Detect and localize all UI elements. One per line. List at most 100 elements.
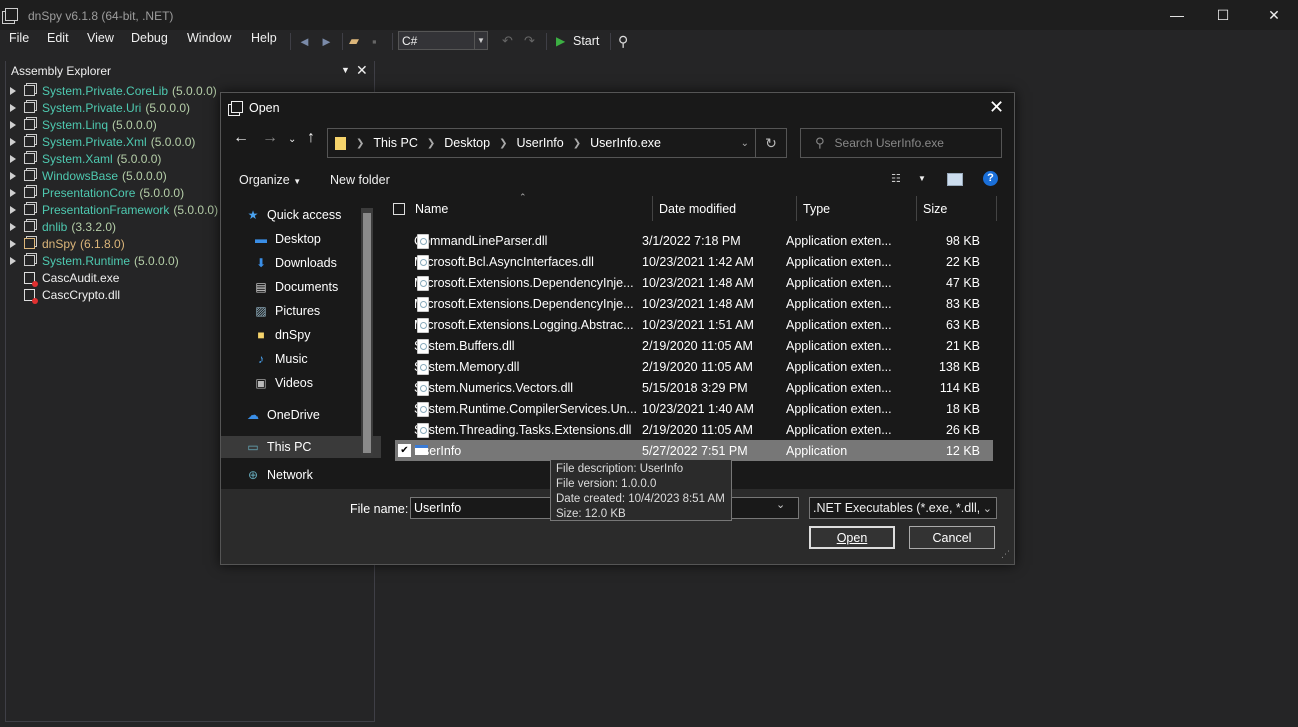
file-type-select[interactable]: .NET Executables (*.exe, *.dll, *. ⌄ — [809, 497, 997, 519]
open-folder-icon[interactable]: ▰ — [349, 30, 359, 52]
tree-item[interactable]: CascAudit.exe — [10, 269, 120, 287]
resize-grip-icon[interactable]: ⋰ — [1001, 549, 1010, 560]
close-icon[interactable]: ✕ — [356, 62, 368, 79]
file-row[interactable]: System.Buffers.dll 2/19/2020 11:05 AM Appl… — [395, 335, 993, 356]
save-icon[interactable]: ▪ — [372, 30, 377, 52]
nav-item-this-pc[interactable]: ▭ This PC — [221, 436, 383, 458]
tree-item-version: (5.0.0.0) — [172, 83, 217, 98]
refresh-icon[interactable]: ↻ — [755, 129, 786, 157]
maximize-button[interactable]: ☐ — [1200, 0, 1246, 30]
column-date-modified[interactable]: Date modified — [653, 196, 797, 221]
help-icon[interactable]: ? — [983, 171, 998, 186]
file-name: System.Runtime.CompilerServices.Un... — [414, 401, 637, 416]
expand-icon[interactable] — [10, 205, 16, 214]
menu-debug[interactable]: Debug — [131, 31, 168, 45]
tree-item[interactable]: WindowsBase (5.0.0.0) — [10, 167, 167, 184]
file-date: 2/19/2020 11:05 AM — [642, 422, 753, 437]
file-name: Microsoft.Extensions.Logging.Abstrac... — [414, 317, 634, 332]
open-button[interactable]: Open — [809, 526, 895, 549]
language-select[interactable]: C# ▼ — [398, 31, 488, 50]
file-row[interactable]: Microsoft.Bcl.AsyncInterfaces.dll 10/23/2… — [395, 251, 993, 272]
file-date: 10/23/2021 1:42 AM — [642, 254, 754, 269]
close-button[interactable]: ✕ — [1251, 0, 1297, 30]
column-size[interactable]: Size — [917, 196, 997, 221]
back-icon[interactable]: ◄ — [298, 30, 311, 52]
menu-edit[interactable]: Edit — [47, 31, 69, 45]
file-row[interactable]: Microsoft.Extensions.DependencyInje... 10… — [395, 272, 993, 293]
forward-icon[interactable]: ► — [320, 30, 333, 52]
column-name[interactable]: Name — [409, 196, 653, 221]
tree-item[interactable]: CascCrypto.dll — [10, 286, 120, 304]
file-row[interactable]: Microsoft.Extensions.DependencyInje... 10… — [395, 293, 993, 314]
nav-scrollbar-thumb[interactable] — [363, 213, 371, 453]
tree-item[interactable]: System.Linq (5.0.0.0) — [10, 116, 157, 133]
tree-item-version: (5.0.0.0) — [134, 253, 179, 268]
menu-help[interactable]: Help — [251, 31, 277, 45]
expand-icon[interactable] — [10, 137, 16, 146]
chevron-down-icon[interactable]: ⌄ — [735, 138, 755, 149]
up-arrow-icon[interactable]: ↑ — [307, 129, 315, 147]
tree-item-name: System.Linq — [42, 117, 109, 132]
file-row[interactable]: Microsoft.Extensions.Logging.Abstrac... 1… — [395, 314, 993, 335]
tree-item-version: (5.0.0.0) — [116, 151, 162, 166]
chevron-down-icon[interactable]: ▼ — [918, 174, 926, 183]
search-box[interactable]: ⚲ Search UserInfo.exe — [800, 128, 1002, 158]
tree-item[interactable]: dnSpy (6.1.8.0) — [10, 235, 125, 252]
file-row[interactable]: ✔ UserInfo 5/27/2022 7:51 PM Application 12 … — [395, 440, 993, 461]
undo-icon[interactable]: ↶ — [502, 30, 513, 52]
chevron-down-icon[interactable]: ▼ — [341, 65, 350, 75]
tree-item[interactable]: System.Private.Uri (5.0.0.0) — [10, 99, 190, 116]
breadcrumb-desktop[interactable]: Desktop — [444, 136, 490, 150]
menu-view[interactable]: View — [87, 31, 114, 45]
new-folder-button[interactable]: New folder — [330, 173, 390, 187]
expand-icon[interactable] — [10, 86, 16, 95]
tree-item[interactable]: System.Private.CoreLib (5.0.0.0) — [10, 82, 217, 99]
tree-item[interactable]: System.Private.Xml (5.0.0.0) — [10, 133, 195, 150]
expand-icon[interactable] — [10, 171, 16, 180]
select-all-checkbox[interactable] — [393, 203, 405, 215]
tree-item-name: CascAudit.exe — [42, 270, 120, 285]
tree-item[interactable]: System.Xaml (5.0.0.0) — [10, 150, 161, 167]
tree-item[interactable]: dnlib (3.3.2.0) — [10, 218, 116, 235]
organize-button[interactable]: Organize ▼ — [239, 173, 301, 187]
back-arrow-icon[interactable]: ← — [233, 129, 249, 147]
menu-file[interactable]: File — [9, 31, 29, 45]
expand-icon[interactable] — [10, 188, 16, 197]
file-row[interactable]: System.Memory.dll 2/19/2020 11:05 AM Appli… — [395, 356, 993, 377]
search-icon[interactable]: ⚲ — [618, 30, 628, 52]
checkbox-checked-icon[interactable]: ✔ — [398, 444, 411, 457]
tree-item[interactable]: System.Runtime (5.0.0.0) — [10, 252, 179, 269]
tree-item[interactable]: PresentationCore (5.0.0.0) — [10, 184, 184, 201]
expand-icon[interactable] — [10, 103, 16, 112]
play-icon[interactable]: ▶ — [556, 30, 565, 52]
chevron-down-icon[interactable]: ⌄ — [776, 498, 785, 511]
expand-icon[interactable] — [10, 120, 16, 129]
expand-icon[interactable] — [10, 256, 16, 265]
start-button[interactable]: Start — [573, 30, 599, 52]
menu-bar: File Edit View Debug Window Help ◄ ► ▰ ▪… — [0, 30, 1298, 52]
minimize-button[interactable]: — — [1154, 0, 1200, 30]
column-type[interactable]: Type — [797, 196, 917, 221]
close-icon[interactable]: ✕ — [989, 97, 1004, 118]
breadcrumb-userinfo-exe[interactable]: UserInfo.exe — [590, 136, 661, 150]
file-row[interactable]: System.Runtime.CompilerServices.Un... 10/… — [395, 398, 993, 419]
forward-arrow-icon[interactable]: → — [262, 129, 278, 147]
tree-item[interactable]: PresentationFramework (5.0.0.0) — [10, 201, 218, 218]
menu-window[interactable]: Window — [187, 31, 231, 45]
expand-icon[interactable] — [10, 222, 16, 231]
file-row[interactable]: System.Threading.Tasks.Extensions.dll 2/1… — [395, 419, 993, 440]
view-options-icon[interactable]: ☷ — [891, 172, 901, 185]
preview-pane-icon[interactable] — [947, 173, 963, 186]
chevron-down-icon[interactable]: ⌄ — [288, 134, 296, 145]
file-row[interactable]: CommandLineParser.dll 3/1/2022 7:18 PM App… — [395, 230, 993, 251]
breadcrumb-this-pc[interactable]: This PC — [373, 136, 417, 150]
expand-icon[interactable] — [10, 154, 16, 163]
expand-icon[interactable] — [10, 239, 16, 248]
address-bar[interactable]: ❯ This PC ❯ Desktop ❯ UserInfo ❯ UserInf… — [327, 128, 787, 158]
chevron-down-icon[interactable]: ▼ — [474, 32, 487, 49]
breadcrumb-userinfo[interactable]: UserInfo — [516, 136, 563, 150]
file-row[interactable]: System.Numerics.Vectors.dll 5/15/2018 3:2… — [395, 377, 993, 398]
redo-icon[interactable]: ↷ — [524, 30, 535, 52]
cancel-button[interactable]: Cancel — [909, 526, 995, 549]
nav-item-network[interactable]: ⊕ Network — [221, 468, 385, 482]
